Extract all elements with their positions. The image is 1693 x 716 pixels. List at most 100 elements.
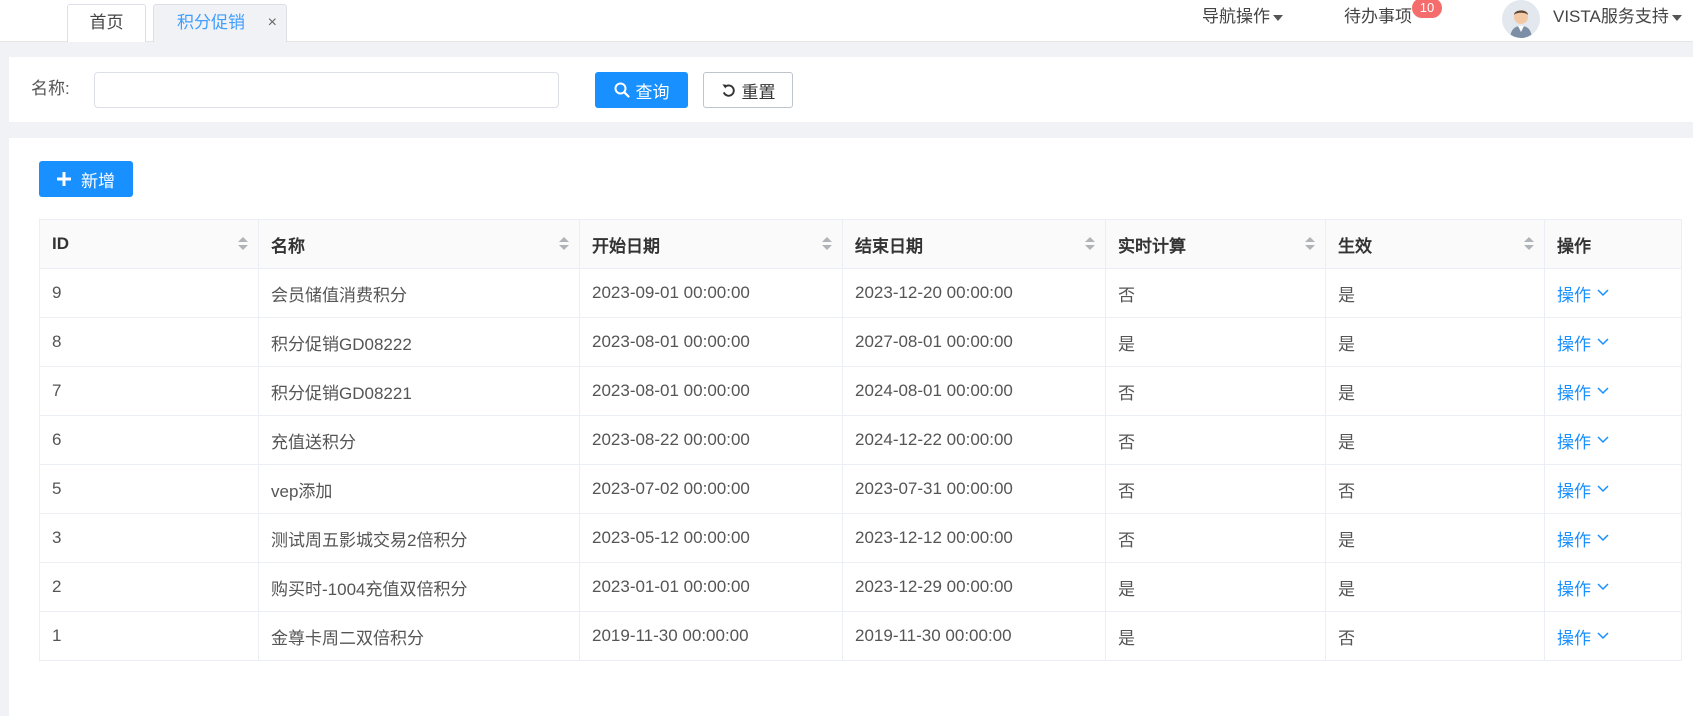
row-actions-dropdown[interactable]: 操作 xyxy=(1557,477,1609,502)
add-button[interactable]: 新增 xyxy=(39,161,133,197)
avatar[interactable] xyxy=(1502,0,1540,38)
cell-effective: 否 xyxy=(1325,464,1545,514)
cell-start-date: 2023-08-01 00:00:00 xyxy=(579,366,843,416)
chevron-down-icon xyxy=(1597,387,1609,395)
undo-icon xyxy=(721,83,735,97)
row-actions-dropdown[interactable]: 操作 xyxy=(1557,428,1609,453)
cell-id: 9 xyxy=(39,268,259,318)
cell-end-date: 2023-12-29 00:00:00 xyxy=(842,562,1106,612)
row-actions-dropdown[interactable]: 操作 xyxy=(1557,330,1609,355)
row-actions-dropdown[interactable]: 操作 xyxy=(1557,624,1609,649)
table-row: 2 购买时-1004充值双倍积分 2023-01-01 00:00:00 202… xyxy=(39,562,1682,612)
table-row: 6 充值送积分 2023-08-22 00:00:00 2024-12-22 0… xyxy=(39,415,1682,465)
row-actions-dropdown[interactable]: 操作 xyxy=(1557,281,1609,306)
plus-icon xyxy=(57,172,71,186)
chevron-down-icon xyxy=(1597,534,1609,542)
cell-effective: 是 xyxy=(1325,513,1545,563)
column-header-start-date[interactable]: 开始日期 xyxy=(579,219,843,269)
cell-name: 充值送积分 xyxy=(258,415,580,465)
reset-button[interactable]: 重置 xyxy=(703,72,793,108)
tab-points-promotion-label: 积分促销 xyxy=(177,13,245,32)
table-row: 7 积分促销GD08221 2023-08-01 00:00:00 2024-0… xyxy=(39,366,1682,416)
cell-start-date: 2023-05-12 00:00:00 xyxy=(579,513,843,563)
cell-actions: 操作 xyxy=(1544,366,1682,416)
tab-home[interactable]: 首页 xyxy=(67,4,146,42)
cell-realtime: 是 xyxy=(1105,611,1326,661)
todo-button[interactable]: 待办事项 xyxy=(1344,4,1412,30)
sort-icon[interactable] xyxy=(238,237,248,251)
cell-start-date: 2023-08-22 00:00:00 xyxy=(579,415,843,465)
column-header-id[interactable]: ID xyxy=(39,219,259,269)
sort-icon[interactable] xyxy=(822,237,832,251)
cell-actions: 操作 xyxy=(1544,415,1682,465)
chevron-down-icon xyxy=(1597,485,1609,493)
search-panel: 名称: 查询 重置 xyxy=(9,57,1693,122)
todo-count-badge: 10 xyxy=(1412,0,1442,18)
nav-operations-dropdown[interactable]: 导航操作 xyxy=(1202,4,1283,30)
tab-points-promotion[interactable]: 积分促销 × xyxy=(153,4,287,42)
table-header-row: ID 名称 开始日期 结束日期 实时计算 生效 操作 xyxy=(39,219,1682,269)
cell-actions: 操作 xyxy=(1544,611,1682,661)
name-label: 名称: xyxy=(31,79,70,98)
chevron-down-icon xyxy=(1597,436,1609,444)
cell-id: 5 xyxy=(39,464,259,514)
row-actions-dropdown[interactable]: 操作 xyxy=(1557,379,1609,404)
cell-id: 2 xyxy=(39,562,259,612)
row-actions-dropdown[interactable]: 操作 xyxy=(1557,575,1609,600)
table-row: 5 vep添加 2023-07-02 00:00:00 2023-07-31 0… xyxy=(39,464,1682,514)
cell-actions: 操作 xyxy=(1544,464,1682,514)
cell-id: 1 xyxy=(39,611,259,661)
column-header-name[interactable]: 名称 xyxy=(258,219,580,269)
cell-start-date: 2023-07-02 00:00:00 xyxy=(579,464,843,514)
cell-end-date: 2019-11-30 00:00:00 xyxy=(842,611,1106,661)
cell-actions: 操作 xyxy=(1544,317,1682,367)
cell-actions: 操作 xyxy=(1544,268,1682,318)
chevron-down-icon xyxy=(1597,583,1609,591)
cell-end-date: 2023-12-20 00:00:00 xyxy=(842,268,1106,318)
cell-actions: 操作 xyxy=(1544,513,1682,563)
chevron-down-icon xyxy=(1597,632,1609,640)
table-row: 3 测试周五影城交易2倍积分 2023-05-12 00:00:00 2023-… xyxy=(39,513,1682,563)
chevron-down-icon xyxy=(1597,338,1609,346)
cell-actions: 操作 xyxy=(1544,562,1682,612)
sort-icon[interactable] xyxy=(559,237,569,251)
sort-icon[interactable] xyxy=(1305,237,1315,251)
top-bar: 首页 积分促销 × 导航操作 待办事项 10 VISTA服务支持 xyxy=(0,0,1693,42)
name-search-input[interactable] xyxy=(94,72,559,108)
column-header-effective[interactable]: 生效 xyxy=(1325,219,1545,269)
column-header-end-date[interactable]: 结束日期 xyxy=(842,219,1106,269)
cell-end-date: 2027-08-01 00:00:00 xyxy=(842,317,1106,367)
close-icon[interactable]: × xyxy=(268,5,277,41)
cell-name: 积分促销GD08221 xyxy=(258,366,580,416)
todo-label: 待办事项 xyxy=(1344,7,1412,26)
cell-realtime: 是 xyxy=(1105,562,1326,612)
cell-realtime: 否 xyxy=(1105,513,1326,563)
cell-name: 金尊卡周二双倍积分 xyxy=(258,611,580,661)
cell-realtime: 是 xyxy=(1105,317,1326,367)
reset-button-label: 重置 xyxy=(741,82,776,102)
column-header-realtime[interactable]: 实时计算 xyxy=(1105,219,1326,269)
cell-id: 7 xyxy=(39,366,259,416)
tab-home-label: 首页 xyxy=(89,13,124,32)
cell-start-date: 2023-09-01 00:00:00 xyxy=(579,268,843,318)
cell-name: 会员储值消费积分 xyxy=(258,268,580,318)
sort-icon[interactable] xyxy=(1085,237,1095,251)
cell-start-date: 2023-01-01 00:00:00 xyxy=(579,562,843,612)
cell-id: 8 xyxy=(39,317,259,367)
cell-end-date: 2023-12-12 00:00:00 xyxy=(842,513,1106,563)
cell-effective: 否 xyxy=(1325,611,1545,661)
row-actions-dropdown[interactable]: 操作 xyxy=(1557,526,1609,551)
table-row: 9 会员储值消费积分 2023-09-01 00:00:00 2023-12-2… xyxy=(39,268,1682,318)
cell-effective: 是 xyxy=(1325,415,1545,465)
sort-icon[interactable] xyxy=(1524,237,1534,251)
cell-id: 6 xyxy=(39,415,259,465)
cell-id: 3 xyxy=(39,513,259,563)
search-icon xyxy=(614,82,630,98)
user-menu[interactable]: VISTA服务支持 xyxy=(1553,4,1682,30)
promotion-table: ID 名称 开始日期 结束日期 实时计算 生效 操作 9 会员储值消费积分 20… xyxy=(39,219,1682,661)
query-button-label: 查询 xyxy=(635,82,670,102)
cell-name: 积分促销GD08222 xyxy=(258,317,580,367)
cell-start-date: 2023-08-01 00:00:00 xyxy=(579,317,843,367)
query-button[interactable]: 查询 xyxy=(595,72,688,108)
table-row: 8 积分促销GD08222 2023-08-01 00:00:00 2027-0… xyxy=(39,317,1682,367)
